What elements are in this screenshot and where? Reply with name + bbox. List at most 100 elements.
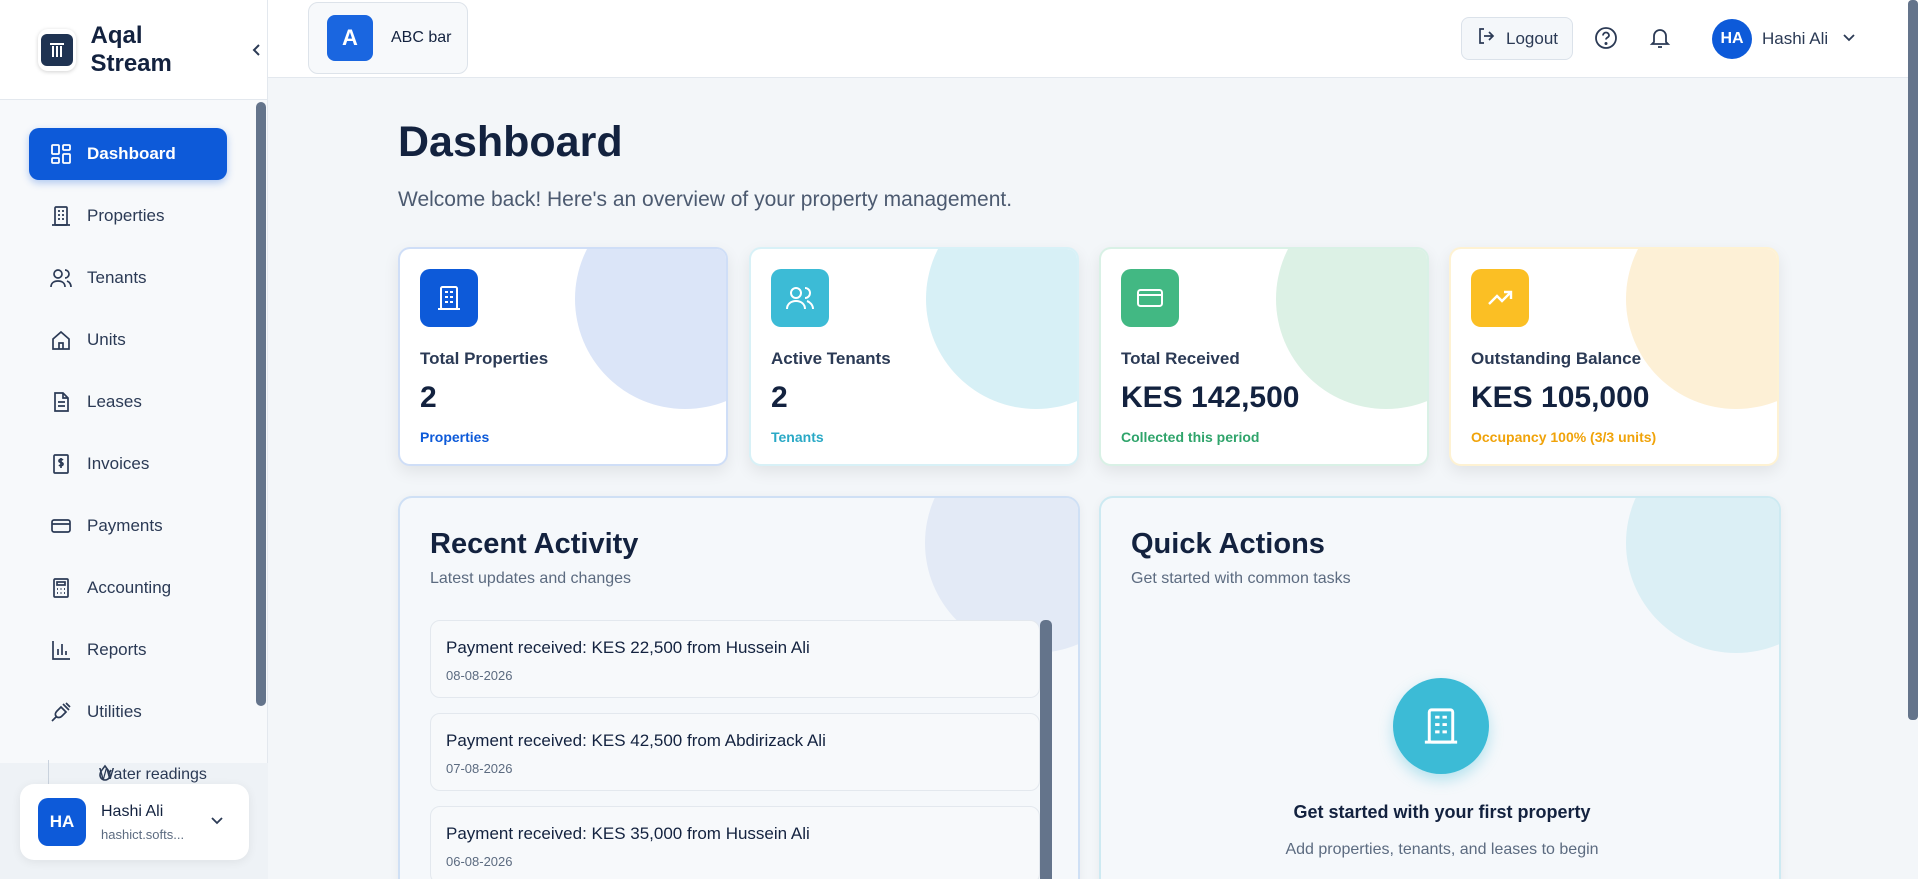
- stat-card-total-received[interactable]: Total Received KES 142,500 Collected thi…: [1099, 247, 1429, 466]
- recent-activity-panel: Recent Activity Latest updates and chang…: [398, 496, 1080, 879]
- building-icon: [49, 204, 73, 228]
- sidebar-item-utilities[interactable]: Utilities: [29, 686, 227, 738]
- activity-date: 07-08-2026: [446, 761, 513, 776]
- stat-note: Occupancy 100% (3/3 units): [1471, 429, 1657, 445]
- empty-state-heading: Get started with your first property: [1293, 802, 1591, 822]
- user-email: hashict.softs...: [101, 826, 185, 842]
- user-name: Hashi Ali: [101, 802, 164, 820]
- page-scrollbar[interactable]: [1908, 0, 1918, 720]
- sidebar-item-accounting[interactable]: Accounting: [29, 562, 227, 614]
- stat-card-active-tenants[interactable]: Active Tenants 2 Tenants: [749, 247, 1079, 466]
- sidebar-item-dashboard[interactable]: Dashboard: [29, 128, 227, 180]
- chevron-down-icon: [209, 812, 225, 833]
- stat-value: 2: [771, 381, 788, 414]
- empty-state-text: Add properties, tenants, and leases to b…: [1285, 841, 1599, 858]
- building-icon: [420, 269, 478, 327]
- plug-icon: [49, 700, 73, 724]
- logout-button[interactable]: Logout: [1461, 17, 1573, 60]
- bell-icon: [1649, 29, 1671, 48]
- trending-up-icon: [1471, 269, 1529, 327]
- stat-value: KES 105,000: [1471, 381, 1650, 414]
- sidebar-item-label: Units: [87, 330, 126, 349]
- sidebar-item-tenants[interactable]: Tenants: [29, 252, 227, 304]
- sidebar-item-leases[interactable]: Leases: [29, 376, 227, 428]
- org-avatar: A: [327, 15, 373, 61]
- sidebar-item-label: Tenants: [87, 268, 147, 287]
- stat-label: Total Properties: [420, 349, 549, 368]
- user-name: Hashi Ali: [1762, 29, 1829, 48]
- topbar: A ABC bar Logout HA Hashi Ali: [268, 0, 1918, 78]
- stat-label: Active Tenants: [771, 349, 891, 368]
- activity-scrollbar[interactable]: [1040, 620, 1052, 879]
- stat-note: Properties: [420, 429, 490, 445]
- panel-subtitle: Latest updates and changes: [430, 570, 632, 587]
- activity-item[interactable]: Payment received: KES 42,500 from Abdiri…: [430, 713, 1040, 791]
- invoice-icon: [49, 452, 73, 476]
- org-name: ABC bar: [391, 29, 452, 46]
- activity-date: 08-08-2026: [446, 668, 513, 683]
- help-button[interactable]: [1594, 26, 1618, 55]
- logout-label: Logout: [1506, 28, 1558, 48]
- user-menu[interactable]: HA Hashi Ali: [1712, 19, 1856, 59]
- calculator-icon: [49, 576, 73, 600]
- activity-item[interactable]: Payment received: KES 22,500 from Hussei…: [430, 620, 1040, 698]
- logout-icon: [1476, 26, 1496, 51]
- stat-note: Collected this period: [1121, 429, 1260, 445]
- activity-item[interactable]: Payment received: KES 35,000 from Hussei…: [430, 806, 1040, 879]
- avatar: HA: [38, 798, 86, 846]
- credit-card-icon: [49, 514, 73, 538]
- building-icon[interactable]: [1393, 678, 1489, 774]
- panel-subtitle: Get started with common tasks: [1131, 570, 1351, 587]
- home-icon: [49, 328, 73, 352]
- activity-text: Payment received: KES 42,500 from Abdiri…: [446, 731, 826, 750]
- sidebar-user-card[interactable]: HA Hashi Ali hashict.softs...: [20, 784, 249, 860]
- sidebar-item-units[interactable]: Units: [29, 314, 227, 366]
- activity-text: Payment received: KES 22,500 from Hussei…: [446, 638, 810, 657]
- stat-value: KES 142,500: [1121, 381, 1300, 414]
- activity-text: Payment received: KES 35,000 from Hussei…: [446, 824, 810, 843]
- chevron-down-icon: [1842, 30, 1856, 49]
- sidebar-item-reports[interactable]: Reports: [29, 624, 227, 676]
- sidebar-item-label: Dashboard: [87, 144, 176, 163]
- sidebar-item-label: Payments: [87, 516, 163, 535]
- app-logo: [38, 28, 77, 71]
- sidebar-item-properties[interactable]: Properties: [29, 190, 227, 242]
- sidebar-item-label: Reports: [87, 640, 147, 659]
- stat-note: Tenants: [771, 429, 824, 445]
- activity-date: 06-08-2026: [446, 854, 513, 869]
- bar-chart-icon: [49, 638, 73, 662]
- app-name: Aqal Stream: [90, 21, 172, 77]
- sidebar-scrollbar[interactable]: [256, 102, 266, 706]
- dashboard-icon: [49, 142, 73, 166]
- avatar: HA: [1712, 19, 1752, 59]
- panel-title: Quick Actions: [1131, 528, 1325, 560]
- stat-card-total-properties[interactable]: Total Properties 2 Properties: [398, 247, 728, 466]
- sidebar-item-invoices[interactable]: Invoices: [29, 438, 227, 490]
- stat-value: 2: [420, 381, 437, 414]
- sidebar-nav: Dashboard Properties Tenants Units Lease…: [29, 128, 227, 748]
- stat-card-outstanding-balance[interactable]: Outstanding Balance KES 105,000 Occupanc…: [1449, 247, 1779, 466]
- collapse-sidebar-button[interactable]: [247, 39, 267, 61]
- brand: Aqal Stream: [0, 0, 267, 100]
- sidebar-item-label: Utilities: [87, 702, 142, 721]
- notifications-button[interactable]: [1648, 26, 1672, 55]
- stat-label: Total Received: [1121, 349, 1240, 368]
- sidebar-item-payments[interactable]: Payments: [29, 500, 227, 552]
- sidebar-item-label: Leases: [87, 392, 142, 411]
- sidebar-item-label: Invoices: [87, 454, 150, 473]
- stat-label: Outstanding Balance: [1471, 349, 1642, 368]
- credit-card-icon: [1121, 269, 1179, 327]
- chevron-left-icon: [252, 43, 260, 56]
- document-icon: [49, 390, 73, 414]
- users-icon: [49, 266, 73, 290]
- users-icon: [771, 269, 829, 327]
- sidebar-item-label: Properties: [87, 206, 165, 225]
- quick-actions-panel: Quick Actions Get started with common ta…: [1099, 496, 1781, 879]
- page-title: Dashboard: [398, 118, 623, 166]
- org-switcher[interactable]: A ABC bar: [308, 2, 468, 74]
- sidebar-item-label: Accounting: [87, 578, 172, 597]
- sidebar: Aqal Stream Dashboard Properties Tenants…: [0, 0, 268, 879]
- panel-title: Recent Activity: [430, 528, 639, 560]
- page-subtitle: Welcome back! Here's an overview of your…: [398, 188, 1013, 211]
- help-icon: [1595, 27, 1617, 49]
